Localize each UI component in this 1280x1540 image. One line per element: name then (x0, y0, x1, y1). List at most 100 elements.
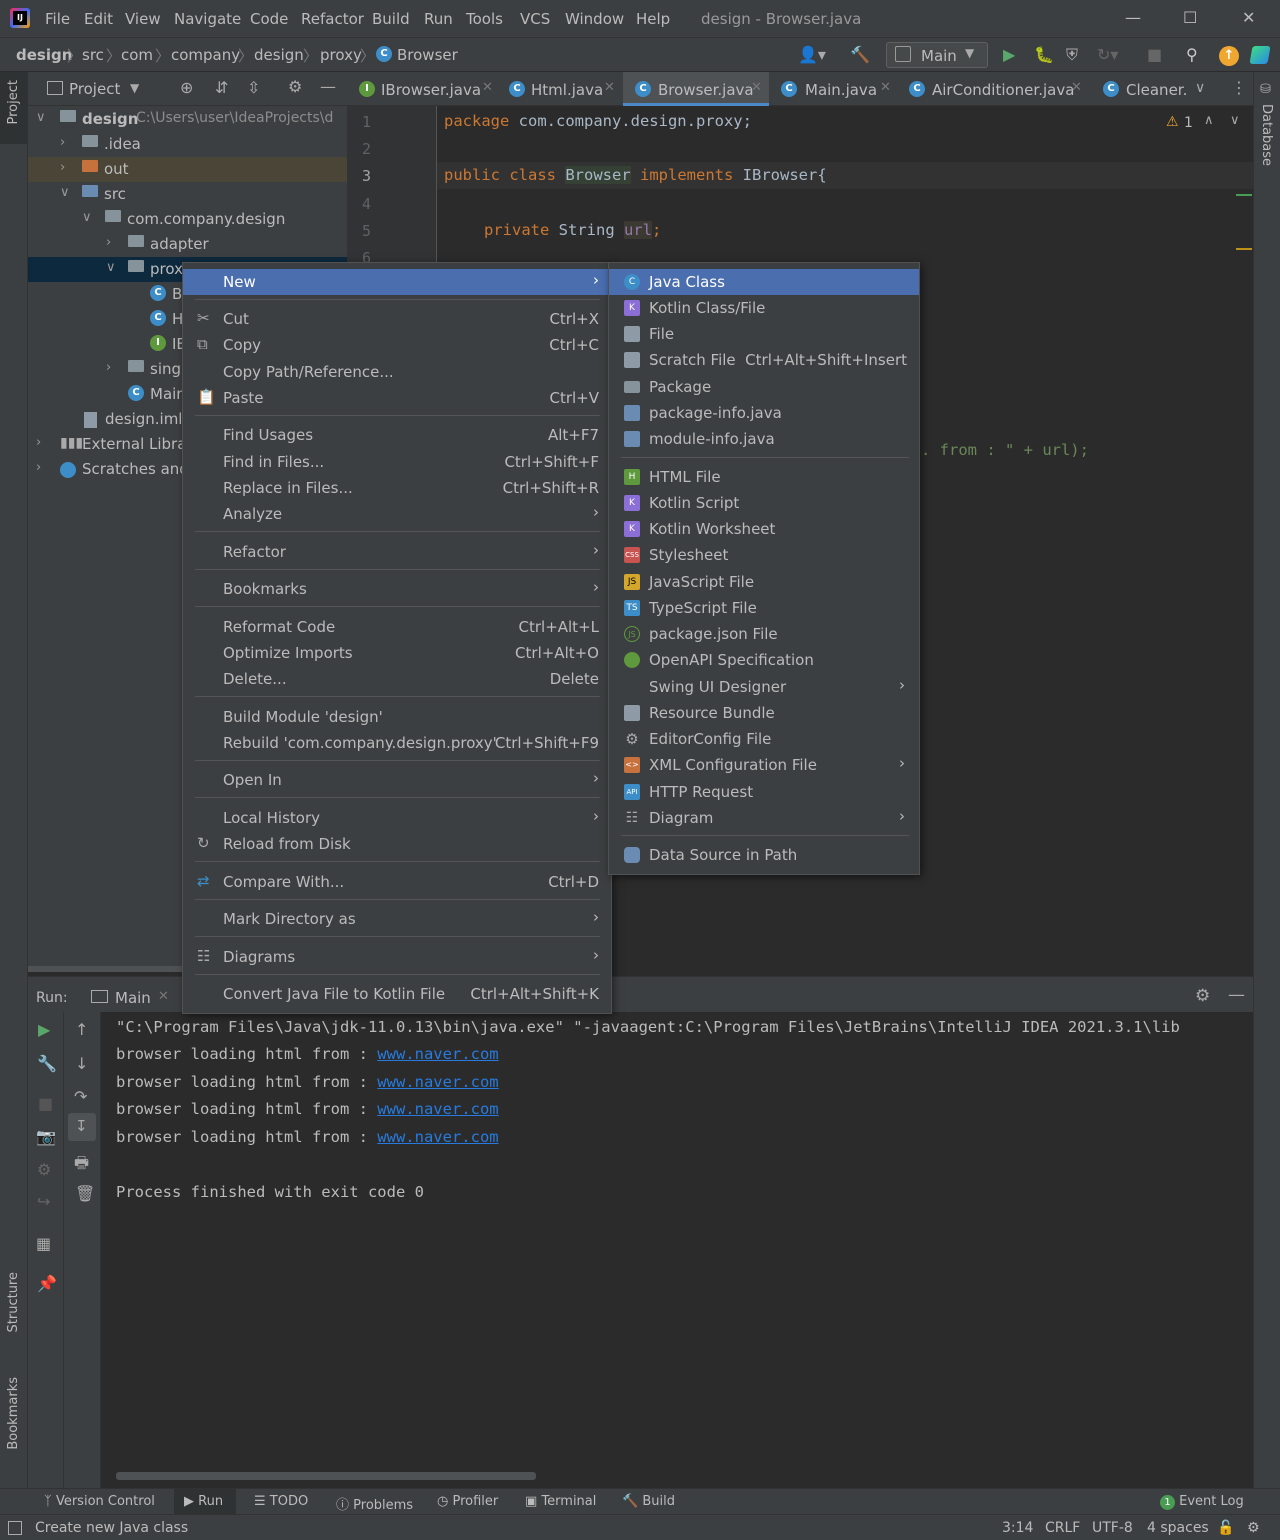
submenu-item-kotlin-class[interactable]: K Kotlin Class/File (609, 295, 919, 321)
menu-item-optimize-imports[interactable]: Optimize Imports Ctrl+Alt+O (183, 640, 611, 666)
profile-icon[interactable]: ↻▾ (1097, 45, 1118, 64)
menu-item-find-usages[interactable]: Find Usages Alt+F7 (183, 422, 611, 448)
locate-icon[interactable]: ⊕ (180, 78, 193, 97)
hide-panel-icon[interactable]: — (1228, 985, 1245, 1005)
tree-item-idea[interactable]: › .idea (28, 132, 347, 157)
collapse-all-icon[interactable]: ⇳ (247, 78, 260, 97)
menu-item-reformat-code[interactable]: Reformat Code Ctrl+Alt+L (183, 614, 611, 640)
build-tool[interactable]: 🔨 Build (622, 1494, 675, 1509)
chevron-down-icon[interactable]: ∨ (1195, 80, 1205, 96)
tree-item-src[interactable]: ∨ src (28, 182, 347, 207)
lock-icon[interactable]: 🔓 (1217, 1520, 1234, 1536)
menu-view[interactable]: View (125, 10, 161, 28)
toggle-tool-windows-icon[interactable] (8, 1521, 22, 1535)
hide-panel-icon[interactable]: — (320, 77, 336, 96)
breadcrumb-browser[interactable]: Browser (397, 46, 458, 64)
search-icon[interactable]: ⚲ (1186, 45, 1198, 64)
menu-item-mark-directory-as[interactable]: Mark Directory as › (183, 906, 611, 932)
menu-code[interactable]: Code (250, 10, 288, 28)
arrow-up-icon[interactable]: ↑ (75, 1020, 88, 1039)
submenu-item-typescript-file[interactable]: TS TypeScript File (609, 595, 919, 621)
menu-window[interactable]: Window (565, 10, 624, 28)
layout-icon[interactable]: ▦ (36, 1234, 51, 1253)
coverage-icon[interactable]: ⛨ (1066, 45, 1078, 65)
menu-help[interactable]: Help (636, 10, 670, 28)
user-icon[interactable]: 👤▾ (798, 45, 826, 64)
breadcrumb-design-pkg[interactable]: design (254, 46, 304, 64)
toolbox-icon[interactable] (1249, 46, 1271, 64)
profiler-tool[interactable]: ◷ Profiler (437, 1494, 498, 1509)
tree-item-com-company-design[interactable]: ∨ com.company.design (28, 207, 347, 232)
menu-refactor[interactable]: Refactor (301, 10, 364, 28)
submenu-item-kotlin-script[interactable]: K Kotlin Script (609, 490, 919, 516)
pin-icon[interactable]: 📌 (37, 1274, 57, 1293)
submenu-item-html-file[interactable]: H HTML File (609, 464, 919, 490)
terminal-tool[interactable]: ▣ Terminal (525, 1494, 596, 1509)
submenu-item-resource-bundle[interactable]: Resource Bundle (609, 700, 919, 726)
chevron-down-icon[interactable]: ▼ (130, 81, 139, 95)
close-icon[interactable]: ✕ (880, 80, 891, 95)
menu-vcs[interactable]: VCS (520, 10, 550, 28)
submenu-item-package-info[interactable]: package-info.java (609, 400, 919, 426)
menu-file[interactable]: File (45, 10, 70, 28)
event-log-tool[interactable]: 1 Event Log (1160, 1494, 1244, 1510)
menu-item-new[interactable]: New › (183, 269, 611, 295)
build-hammer-icon[interactable]: 🔨 (850, 45, 870, 64)
tree-item-design[interactable]: ∨ design C:\Users\user\IdeaProjects\d (28, 107, 347, 132)
menu-item-reload-from-disk[interactable]: ↻ Reload from Disk (183, 831, 611, 857)
console-link[interactable]: www.naver.com (377, 1100, 498, 1118)
chevron-down-icon[interactable]: ∨ (1230, 113, 1240, 128)
submenu-item-diagram[interactable]: ☷ Diagram › (609, 805, 919, 831)
indent-setting[interactable]: 4 spaces (1147, 1520, 1209, 1536)
database-tool-button[interactable]: Database (1259, 104, 1274, 166)
chevron-up-icon[interactable]: ∧ (1204, 113, 1214, 128)
submenu-item-javascript-file[interactable]: JS JavaScript File (609, 569, 919, 595)
menu-run[interactable]: Run (424, 10, 453, 28)
maximize-icon[interactable]: ☐ (1183, 8, 1197, 27)
todo-tool[interactable]: ☰ TODO (254, 1494, 308, 1509)
menu-build[interactable]: Build (372, 10, 410, 28)
menu-tools[interactable]: Tools (466, 10, 503, 28)
menu-item-diagrams[interactable]: ☷ Diagrams › (183, 944, 611, 970)
minimize-icon[interactable]: — (1125, 8, 1141, 27)
run-tool[interactable]: ▶ Run (174, 1489, 236, 1515)
breadcrumb-company[interactable]: company (171, 46, 240, 64)
update-icon[interactable]: ↑ (1219, 46, 1239, 66)
menu-item-replace-in-files[interactable]: Replace in Files... Ctrl+Shift+R (183, 475, 611, 501)
tab-main[interactable]: C Main.java ✕ (773, 72, 897, 106)
memory-indicator-icon[interactable]: ⚙ (1247, 1520, 1260, 1536)
scroll-to-end-button[interactable]: ↧ (68, 1113, 96, 1141)
warning-icon[interactable]: ⚠ (1166, 114, 1179, 130)
soft-wrap-icon[interactable]: ↷ (74, 1087, 87, 1106)
expand-all-icon[interactable]: ⇵ (215, 78, 228, 97)
settings-icon[interactable]: ⚙ (37, 1160, 51, 1179)
submenu-item-xml-configuration[interactable]: <> XML Configuration File › (609, 752, 919, 778)
stop-icon[interactable]: ■ (38, 1094, 53, 1113)
menu-item-build-module[interactable]: Build Module 'design' (183, 704, 611, 730)
trash-icon[interactable]: 🗑 (75, 1184, 95, 1203)
tree-item-adapter[interactable]: › adapter (28, 232, 347, 257)
console-link[interactable]: www.naver.com (377, 1128, 498, 1146)
close-icon[interactable]: ✕ (482, 80, 493, 95)
run-icon[interactable]: ▶ (1003, 45, 1015, 64)
horizontal-scrollbar[interactable] (116, 1472, 536, 1480)
menu-item-find-in-files[interactable]: Find in Files... Ctrl+Shift+F (183, 449, 611, 475)
submenu-item-openapi[interactable]: OpenAPI Specification (609, 647, 919, 673)
menu-item-cut[interactable]: ✂ Cut Ctrl+X (183, 306, 611, 332)
submenu-item-package[interactable]: Package (609, 374, 919, 400)
run-tab-main[interactable]: Main (115, 989, 151, 1007)
close-icon[interactable]: ✕ (1242, 8, 1255, 27)
gear-icon[interactable]: ⚙ (288, 77, 302, 96)
breadcrumb-design[interactable]: design (16, 46, 72, 64)
console-link[interactable]: www.naver.com (377, 1073, 498, 1091)
tree-item-out[interactable]: › out (28, 157, 347, 182)
bookmarks-tool-button[interactable]: Bookmarks (6, 1377, 21, 1450)
run-config-select[interactable]: Main ▼ (886, 42, 988, 68)
file-encoding[interactable]: UTF-8 (1092, 1520, 1133, 1536)
menu-item-refactor[interactable]: Refactor › (183, 539, 611, 565)
breadcrumb-proxy[interactable]: proxy (320, 46, 362, 64)
console-link[interactable]: www.naver.com (377, 1045, 498, 1063)
console-output[interactable]: "C:\Program Files\Java\jdk-11.0.13\bin\j… (101, 1012, 1253, 1488)
submenu-item-swing-ui-designer[interactable]: Swing UI Designer › (609, 674, 919, 700)
tab-cleaner[interactable]: C Cleaner. (1097, 72, 1187, 106)
